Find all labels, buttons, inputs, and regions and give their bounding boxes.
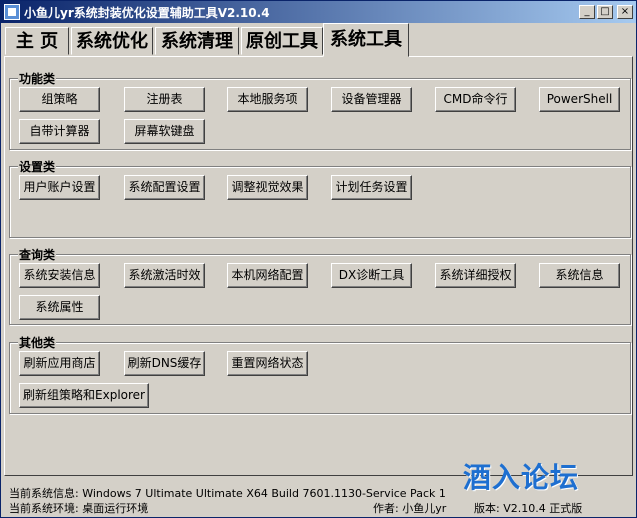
registry-button[interactable]: 注册表 — [124, 87, 205, 112]
group-function: 功能类 — [9, 70, 631, 150]
refresh-gpo-explorer-button[interactable]: 刷新组策略和Explorer — [19, 383, 149, 408]
user-accounts-button[interactable]: 用户账户设置 — [19, 175, 100, 200]
app-icon — [4, 4, 20, 20]
network-config-button[interactable]: 本机网络配置 — [227, 263, 308, 288]
author-label: 作者: 小鱼儿yr — [373, 502, 447, 515]
tab-home[interactable]: 主 页 — [5, 27, 69, 55]
group-title: 查询类 — [18, 246, 57, 263]
powershell-button[interactable]: PowerShell — [539, 87, 620, 112]
dx-diag-button[interactable]: DX诊断工具 — [331, 263, 412, 288]
refresh-store-button[interactable]: 刷新应用商店 — [19, 351, 100, 376]
system-info-button[interactable]: 系统信息 — [539, 263, 620, 288]
group-settings: 设置类 — [9, 158, 631, 238]
system-env-status: 当前系统环境: 桌面运行环境 — [9, 502, 149, 515]
system-info-status: 当前系统信息: Windows 7 Ultimate Ultimate X64 … — [9, 487, 446, 500]
system-config-button[interactable]: 系统配置设置 — [124, 175, 205, 200]
group-title: 设置类 — [18, 158, 57, 175]
visual-effects-button[interactable]: 调整视觉效果 — [227, 175, 308, 200]
task-scheduler-button[interactable]: 计划任务设置 — [331, 175, 412, 200]
group-title: 其他类 — [18, 334, 57, 351]
activation-expiry-button[interactable]: 系统激活时效 — [124, 263, 205, 288]
local-services-button[interactable]: 本地服务项 — [227, 87, 308, 112]
watermark-logo: 酒入论坛 — [463, 461, 580, 494]
tab-original-tools[interactable]: 原创工具 — [241, 27, 323, 55]
minimize-button[interactable]: _ — [579, 5, 595, 19]
title-bar[interactable]: 小鱼儿yr系统封装优化设置辅助工具V2.10.4 _ □ × — [1, 1, 636, 23]
install-info-button[interactable]: 系统安装信息 — [19, 263, 100, 288]
version-label: 版本: V2.10.4 正式版 — [474, 502, 583, 515]
flush-dns-button[interactable]: 刷新DNS缓存 — [124, 351, 205, 376]
calculator-button[interactable]: 自带计算器 — [19, 119, 100, 144]
tab-system-clean[interactable]: 系统清理 — [155, 27, 239, 55]
tab-system-tools[interactable]: 系统工具 — [323, 23, 409, 57]
close-button[interactable]: × — [617, 5, 633, 19]
cmd-button[interactable]: CMD命令行 — [435, 87, 516, 112]
group-policy-button[interactable]: 组策略 — [19, 87, 100, 112]
license-details-button[interactable]: 系统详细授权 — [435, 263, 516, 288]
window-title: 小鱼儿yr系统封装优化设置辅助工具V2.10.4 — [24, 6, 270, 20]
on-screen-keyboard-button[interactable]: 屏幕软键盘 — [124, 119, 205, 144]
device-manager-button[interactable]: 设备管理器 — [331, 87, 412, 112]
tab-bar: 主 页 系统优化 系统清理 原创工具 系统工具 — [1, 23, 636, 57]
maximize-button[interactable]: □ — [597, 5, 613, 19]
system-properties-button[interactable]: 系统属性 — [19, 295, 100, 320]
tab-system-optimize[interactable]: 系统优化 — [71, 27, 153, 55]
main-window: 小鱼儿yr系统封装优化设置辅助工具V2.10.4 _ □ × 主 页 系统优化 … — [0, 0, 637, 518]
group-title: 功能类 — [18, 70, 57, 87]
reset-network-button[interactable]: 重置网络状态 — [227, 351, 308, 376]
group-query: 查询类 — [9, 246, 631, 325]
